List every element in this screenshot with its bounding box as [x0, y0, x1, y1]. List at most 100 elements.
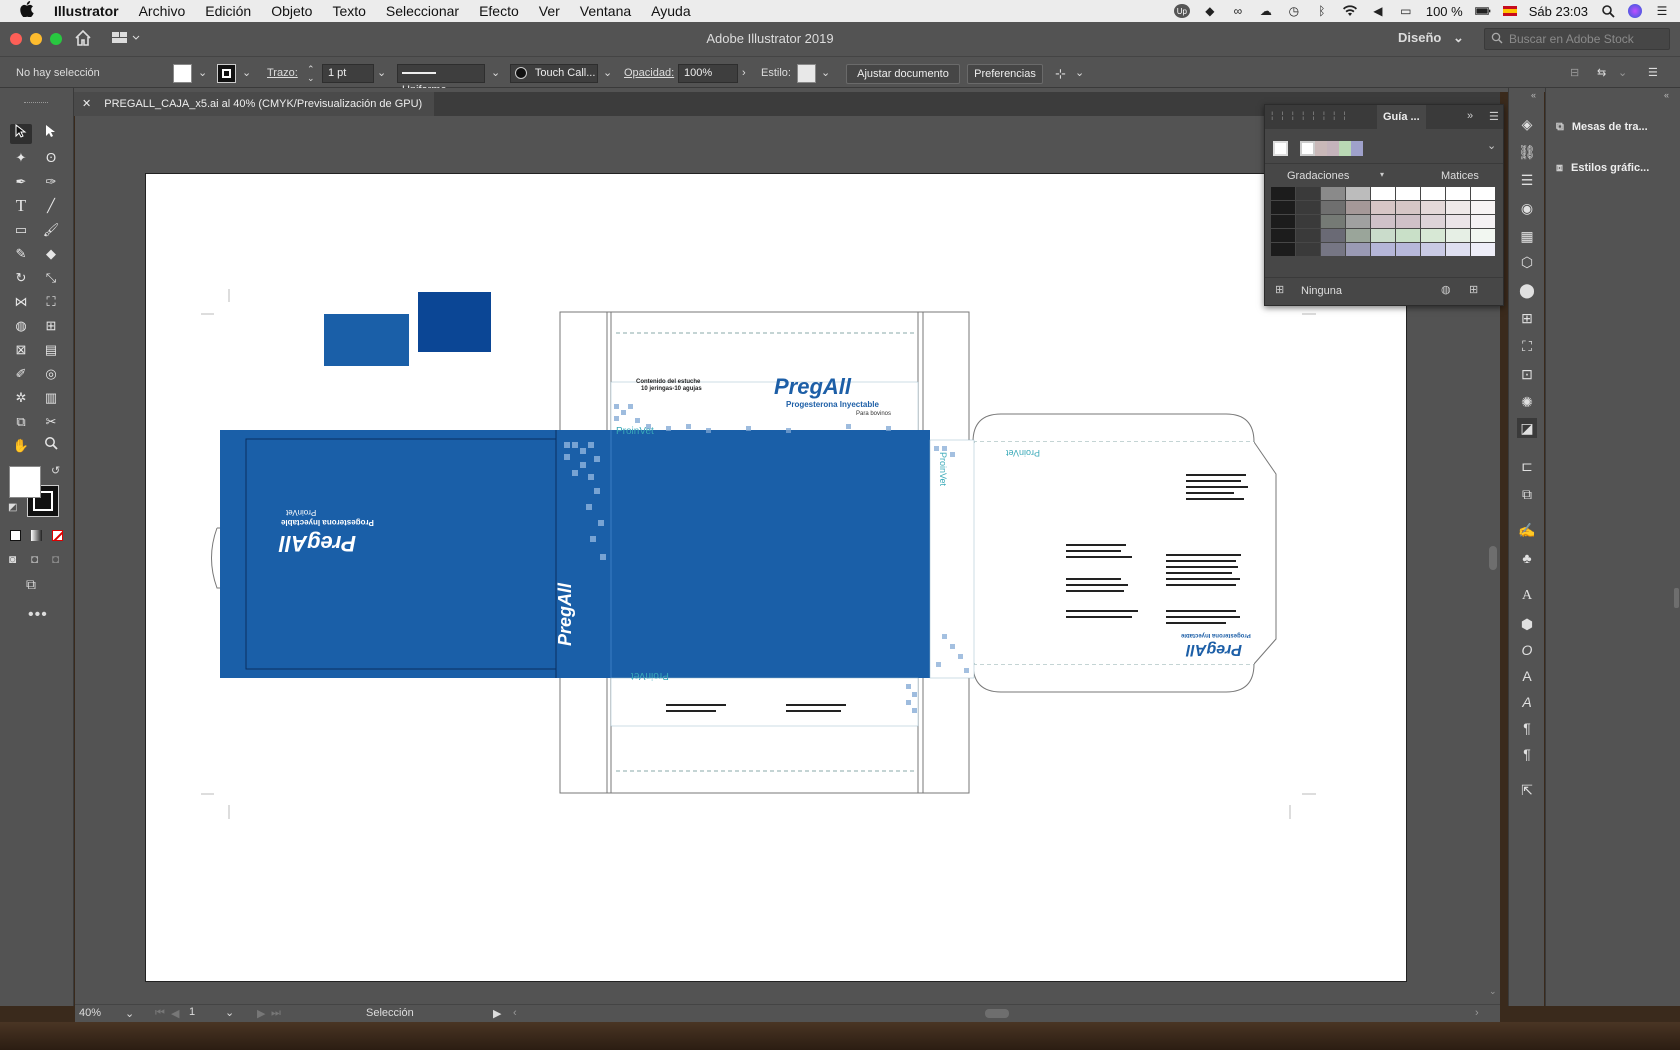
stroke-dropdown-chevron-icon[interactable]: ⌄: [242, 64, 251, 83]
variation-swatch[interactable]: [1421, 229, 1445, 242]
variation-swatch[interactable]: [1396, 243, 1420, 256]
variation-swatch[interactable]: [1421, 215, 1445, 228]
menu-efecto[interactable]: Efecto: [479, 3, 519, 19]
menu-archivo[interactable]: Archivo: [139, 3, 186, 19]
variation-swatch[interactable]: [1271, 229, 1295, 242]
artboard-number-field[interactable]: 1 ⌄: [189, 1006, 235, 1021]
wifi-icon[interactable]: [1342, 4, 1358, 18]
variation-grid[interactable]: [1271, 187, 1499, 259]
artboard[interactable]: PregAll Progesterona Inyectable Para bov…: [145, 173, 1407, 982]
harmony-strip[interactable]: [1300, 141, 1374, 156]
swap-fill-stroke-icon[interactable]: ↺: [51, 464, 60, 477]
menu-edicion[interactable]: Edición: [205, 3, 251, 19]
edit-colors-icon[interactable]: ◍: [1441, 283, 1451, 296]
volume-icon[interactable]: ◀: [1370, 4, 1386, 18]
glyphs-icon[interactable]: O: [1517, 640, 1537, 660]
harmony-swatch-3[interactable]: [1327, 141, 1339, 156]
zoom-field[interactable]: 40% ⌄: [79, 1007, 135, 1021]
harmony-swatch-1[interactable]: [1300, 141, 1315, 156]
variation-swatch[interactable]: [1321, 201, 1345, 214]
draw-inside-icon[interactable]: ◘: [52, 552, 59, 566]
last-artboard-icon[interactable]: ⏭: [271, 1007, 281, 1020]
transform-panel-icon[interactable]: ⧉: [1517, 484, 1537, 504]
profile-chevron-icon[interactable]: ⌄: [491, 64, 500, 83]
vertical-scrollbar-thumb[interactable]: [1489, 546, 1497, 570]
none-mode-icon[interactable]: [52, 530, 63, 541]
zoom-tool-icon[interactable]: [40, 436, 62, 456]
column-graph-tool-icon[interactable]: ▥: [40, 388, 62, 408]
variation-swatch[interactable]: [1371, 187, 1395, 200]
app-menu[interactable]: Illustrator: [54, 3, 119, 19]
close-tab-icon[interactable]: ✕: [82, 98, 91, 110]
gradient-tool-icon[interactable]: ▤: [40, 340, 62, 360]
creative-cloud-badge-icon[interactable]: Up: [1173, 4, 1190, 18]
color-guide-icon[interactable]: ◪: [1517, 418, 1537, 438]
symbol-sprayer-tool-icon[interactable]: ✲: [10, 388, 32, 408]
control-bar-menu-icon[interactable]: ☰: [1648, 64, 1658, 83]
variation-swatch[interactable]: [1296, 229, 1320, 242]
edit-toolbar-icon[interactable]: •••: [28, 606, 48, 624]
flag-es-icon[interactable]: [1502, 6, 1517, 16]
panel-expand-icon[interactable]: »: [1467, 110, 1473, 122]
variation-swatch[interactable]: [1421, 243, 1445, 256]
variation-swatch[interactable]: [1471, 243, 1495, 256]
preferences-button[interactable]: Preferencias: [967, 64, 1043, 84]
draw-normal-icon[interactable]: ◙: [9, 552, 16, 566]
document-setup-button[interactable]: Ajustar documento: [846, 64, 960, 84]
width-tool-icon[interactable]: ⋈: [10, 292, 32, 312]
menu-seleccionar[interactable]: Seleccionar: [386, 3, 459, 19]
dock-collapse-icon[interactable]: «: [1531, 90, 1536, 100]
sun-icon[interactable]: ✺: [1517, 392, 1537, 412]
properties-icon[interactable]: ☰: [1517, 170, 1537, 190]
variation-swatch[interactable]: [1321, 229, 1345, 242]
variation-swatch[interactable]: [1296, 187, 1320, 200]
shape-builder-tool-icon[interactable]: ◍: [10, 316, 32, 336]
gradients-dropdown-icon[interactable]: ▾: [1380, 170, 1384, 179]
arrange-chevron-icon[interactable]: ⌄: [1618, 64, 1627, 83]
color-mode-icon[interactable]: [10, 530, 21, 541]
stroke-stepper-icon[interactable]: ⌃ ⌄: [307, 65, 315, 84]
variation-swatch[interactable]: [1471, 201, 1495, 214]
gradient-mode-icon[interactable]: [31, 530, 42, 541]
first-artboard-icon[interactable]: ⏮: [155, 1007, 165, 1020]
image-trace-icon[interactable]: ⊡: [1517, 364, 1537, 384]
cloud-upload-icon[interactable]: ☁: [1258, 4, 1274, 18]
variation-swatch[interactable]: [1396, 187, 1420, 200]
swatch-grid-icon[interactable]: ⊞: [1275, 283, 1284, 296]
variation-swatch[interactable]: [1346, 187, 1370, 200]
collapsed-tabs-strip[interactable]: ¦¦¦¦¦¦¦¦: [1271, 110, 1354, 120]
menu-ver[interactable]: Ver: [539, 3, 560, 19]
variation-swatch[interactable]: [1446, 243, 1470, 256]
rectangle-tool-icon[interactable]: ▭: [10, 220, 32, 240]
menu-objeto[interactable]: Objeto: [271, 3, 312, 19]
stroke-weight-field[interactable]: 1 pt: [322, 64, 374, 83]
curvature-tool-icon[interactable]: ✑: [40, 172, 62, 192]
direct-selection-tool-icon[interactable]: [40, 124, 62, 144]
creative-cloud-icon[interactable]: ∞: [1230, 4, 1246, 18]
color-guide-tab[interactable]: Guía ...: [1377, 105, 1426, 129]
brushes-icon[interactable]: ✍: [1517, 520, 1537, 540]
scroll-right-icon[interactable]: ›: [1475, 1007, 1479, 1019]
eraser-tool-icon[interactable]: ◆: [40, 244, 62, 264]
align-icon[interactable]: ⊟: [1570, 64, 1579, 83]
farright-collapse-icon[interactable]: «: [1664, 90, 1669, 100]
grid-icon[interactable]: ⊞: [1517, 308, 1537, 328]
appearance-icon[interactable]: ⬤: [1517, 280, 1537, 300]
menubar-clock[interactable]: Sáb 23:03: [1529, 4, 1588, 19]
artboard-number-chevron-icon[interactable]: ⌄: [225, 1006, 234, 1019]
menu-ayuda[interactable]: Ayuda: [651, 3, 690, 19]
variation-swatch[interactable]: [1296, 243, 1320, 256]
variation-swatch[interactable]: [1371, 229, 1395, 242]
pen-tool-icon[interactable]: ✒: [10, 172, 32, 192]
scale-tool-icon[interactable]: ⤡: [40, 268, 62, 288]
character-icon[interactable]: A: [1517, 586, 1537, 606]
harmony-swatch-4[interactable]: [1339, 141, 1351, 156]
base-color-swatch[interactable]: [1273, 141, 1288, 156]
transform-chevron-icon[interactable]: ⌄: [1075, 64, 1084, 83]
arrange-icon[interactable]: ⇆: [1597, 64, 1606, 83]
screen-mode-icon[interactable]: ⧉: [26, 576, 36, 593]
shaper-tool-icon[interactable]: ✎: [10, 244, 32, 264]
airplay-icon[interactable]: ▭: [1398, 4, 1414, 18]
variation-swatch[interactable]: [1446, 201, 1470, 214]
variation-swatch[interactable]: [1471, 187, 1495, 200]
